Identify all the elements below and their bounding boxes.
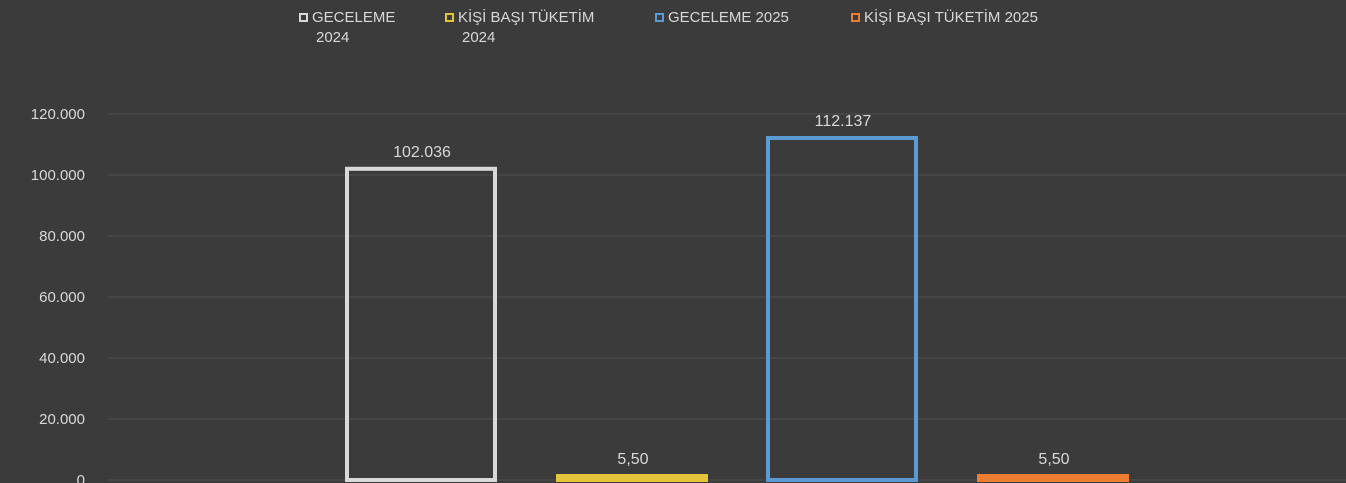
y-tick-label: 20.000 (39, 411, 85, 428)
bars (345, 135, 1129, 483)
gridlines (108, 113, 1346, 481)
y-tick-label: 120.000 (31, 106, 85, 123)
y-tick-label: 0 (77, 472, 85, 483)
y-tick-label: 80.000 (39, 228, 85, 245)
data-label-4: 5,50 (1038, 451, 1069, 468)
data-label-1: 102.036 (393, 144, 451, 161)
y-tick-label: 100.000 (31, 167, 85, 184)
bar-2 (556, 474, 708, 482)
bar-4 (977, 474, 1129, 482)
y-tick-label: 40.000 (39, 350, 85, 367)
bar-3 (766, 135, 918, 482)
y-axis-tick-labels: 0 20.000 40.000 60.000 80.000 100.000 120.000 (31, 106, 85, 483)
y-tick-label: 60.000 (39, 289, 85, 306)
data-label-3: 112.137 (815, 113, 872, 130)
bar-1 (345, 166, 497, 483)
bar-chart: 020.00040.00060.00080.000100.000120.000 … (31, 106, 1346, 483)
data-label-2: 5,50 (617, 451, 648, 468)
